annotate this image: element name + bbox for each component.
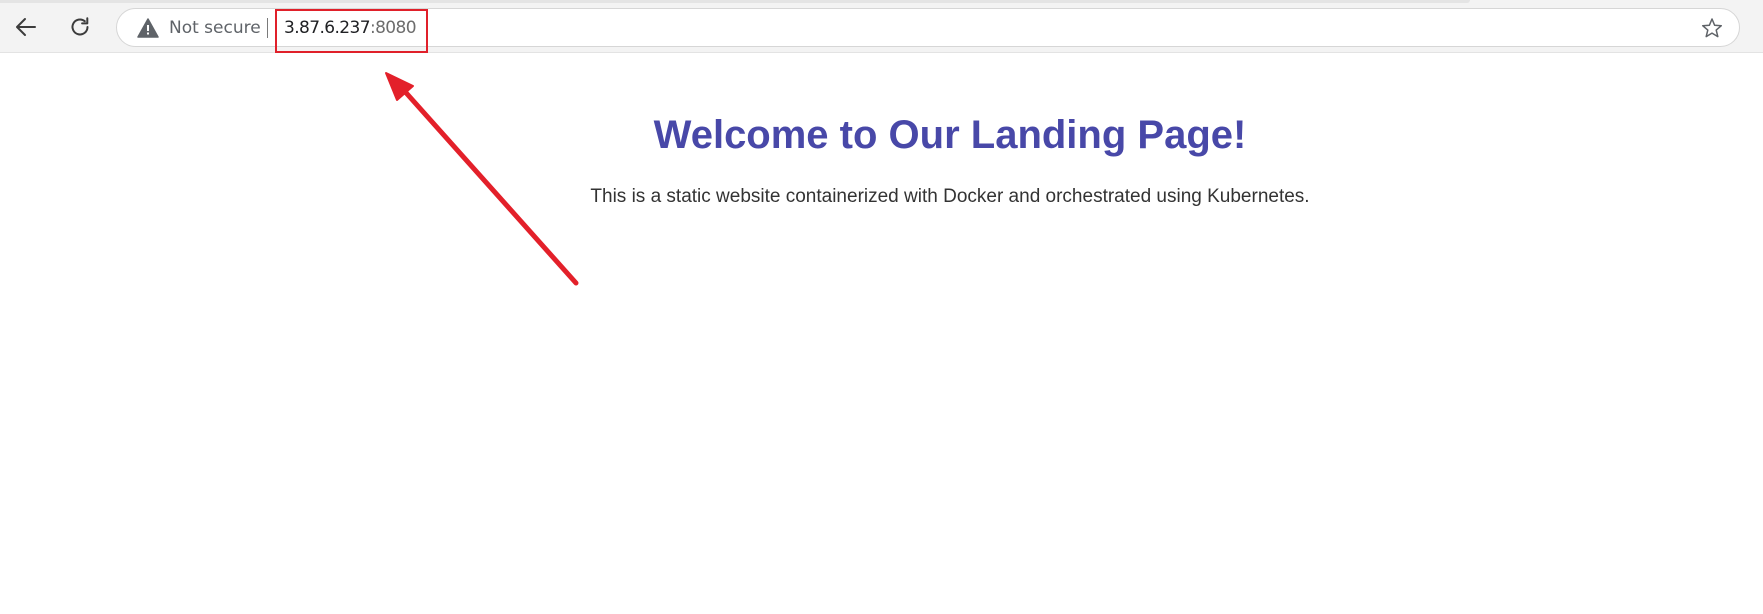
url-port: :8080 [369, 18, 417, 38]
page-title: Welcome to Our Landing Page! [653, 113, 1247, 157]
security-status-label[interactable]: Not secure [169, 18, 261, 38]
url-host: 3.87.6.237 [284, 18, 371, 38]
arrow-left-icon [16, 18, 36, 36]
page-subtitle: This is a static website containerized w… [590, 186, 1310, 207]
warning-triangle-icon[interactable] [137, 18, 159, 38]
address-bar-divider [267, 18, 268, 38]
url-text[interactable]: 3.87.6.237:8080 [284, 18, 417, 38]
web-page: Welcome to Our Landing Page! This is a s… [0, 53, 1763, 614]
browser-toolbar: Not secure 3.87.6.237:8080 [0, 0, 1763, 53]
back-button[interactable] [10, 11, 42, 43]
reload-icon [71, 17, 89, 36]
star-icon[interactable] [1701, 17, 1723, 39]
address-bar[interactable]: Not secure 3.87.6.237:8080 [116, 8, 1740, 47]
tab-strip-edge [0, 0, 1470, 3]
reload-button[interactable] [64, 11, 96, 43]
